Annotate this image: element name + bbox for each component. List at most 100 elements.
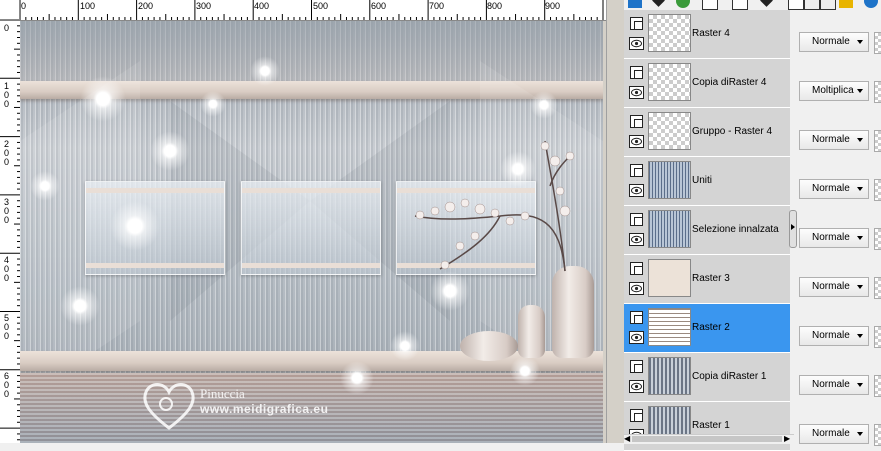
eye-icon[interactable] bbox=[629, 86, 644, 99]
layer-row-background[interactable]: Uniti bbox=[624, 157, 790, 206]
layer-visibility-toggle-icon[interactable] bbox=[630, 115, 643, 128]
layer-name[interactable]: Raster 1 bbox=[692, 420, 730, 431]
mask-icon[interactable] bbox=[652, 0, 665, 7]
layer-visibility-toggle-icon[interactable] bbox=[630, 311, 643, 324]
layer-row-background[interactable]: Copia diRaster 4 bbox=[624, 59, 790, 108]
eye-icon[interactable] bbox=[629, 282, 644, 295]
layer-name[interactable]: Raster 4 bbox=[692, 28, 730, 39]
layer-thumbnail[interactable] bbox=[648, 161, 691, 199]
duplicate-icon[interactable] bbox=[732, 0, 748, 10]
blend-mode-dropdown[interactable]: Normale bbox=[799, 424, 869, 444]
panel-gutter bbox=[606, 0, 625, 443]
layer-name[interactable]: Uniti bbox=[692, 175, 712, 186]
sparkle bbox=[390, 331, 420, 361]
layer-row-background[interactable]: Raster 4 bbox=[624, 10, 790, 59]
watermark-name: Pinuccia bbox=[200, 386, 245, 401]
layer-visibility-toggle-icon[interactable] bbox=[630, 213, 643, 226]
layer-row[interactable]: Raster 3 Normale bbox=[624, 255, 881, 304]
layer-opacity-preview[interactable] bbox=[874, 130, 881, 152]
layer-row-background[interactable]: Raster 3 bbox=[624, 255, 790, 304]
vertical-ruler: 0 100 200 300 400 500 600 bbox=[0, 20, 21, 443]
layer-name[interactable]: Gruppo - Raster 4 bbox=[692, 126, 772, 137]
blend-mode-label: Normale bbox=[812, 134, 850, 145]
blend-mode-dropdown[interactable]: Normale bbox=[799, 32, 869, 52]
artwork-image[interactable]: Pinuccia www.meidigrafica.eu bbox=[20, 21, 603, 443]
layer-visibility-toggle-icon[interactable] bbox=[630, 262, 643, 275]
sparkle bbox=[60, 286, 100, 326]
layer-row-background[interactable]: Gruppo - Raster 4 bbox=[624, 108, 790, 157]
properties-icon[interactable] bbox=[788, 0, 804, 10]
dropdown-arrow-icon bbox=[857, 285, 863, 289]
blend-mode-dropdown[interactable]: Normale bbox=[799, 130, 869, 150]
sparkle bbox=[200, 91, 226, 117]
eye-icon[interactable] bbox=[629, 37, 644, 50]
layer-opacity-preview[interactable] bbox=[874, 326, 881, 348]
ruler-ticks bbox=[0, 20, 20, 441]
adjustment-icon[interactable] bbox=[676, 0, 690, 8]
layer-divider bbox=[790, 353, 798, 401]
layer-opacity-preview[interactable] bbox=[874, 32, 881, 54]
layer-divider bbox=[790, 59, 798, 107]
layer-visibility-toggle-icon[interactable] bbox=[630, 409, 643, 422]
layer-thumbnail[interactable] bbox=[648, 63, 691, 101]
layer-row-background[interactable]: Raster 2 bbox=[624, 304, 790, 353]
blend-mode-dropdown[interactable]: Normale bbox=[799, 375, 869, 395]
layer-visibility-toggle-icon[interactable] bbox=[630, 360, 643, 373]
layer-name[interactable]: Raster 3 bbox=[692, 273, 730, 284]
layer-row[interactable]: Uniti Normale bbox=[624, 157, 881, 206]
image-canvas-area[interactable]: 0 100 200 300 400 500 600 700 800 900 0 … bbox=[0, 0, 606, 443]
layer-visibility-toggle-icon[interactable] bbox=[630, 17, 643, 30]
layer-thumbnail[interactable] bbox=[648, 357, 691, 395]
eye-icon[interactable] bbox=[629, 380, 644, 393]
scrollbar-thumb[interactable] bbox=[632, 436, 782, 442]
new-layer-icon[interactable] bbox=[628, 0, 642, 8]
layer-row[interactable]: Gruppo - Raster 4 Normale bbox=[624, 108, 881, 157]
link-icon[interactable] bbox=[804, 0, 820, 10]
layer-name[interactable]: Copia diRaster 4 bbox=[692, 77, 766, 88]
scroll-right-icon[interactable]: ▶ bbox=[784, 435, 790, 443]
blend-mode-dropdown[interactable]: Normale bbox=[799, 326, 869, 346]
layer-thumbnail[interactable] bbox=[648, 112, 691, 150]
layer-opacity-preview[interactable] bbox=[874, 228, 881, 250]
globe-icon[interactable] bbox=[864, 0, 878, 8]
layer-thumbnail[interactable] bbox=[648, 210, 691, 248]
layer-row[interactable]: Copia diRaster 1 Normale bbox=[624, 353, 881, 402]
layer-row[interactable]: Raster 2 Normale bbox=[624, 304, 881, 353]
eye-icon[interactable] bbox=[629, 233, 644, 246]
blend-mode-label: Normale bbox=[812, 36, 850, 47]
blend-mode-dropdown[interactable]: Normale bbox=[799, 179, 869, 199]
layer-thumbnail[interactable] bbox=[648, 259, 691, 297]
layer-divider bbox=[790, 157, 798, 205]
layer-thumbnail[interactable] bbox=[648, 14, 691, 52]
eye-icon[interactable] bbox=[629, 184, 644, 197]
layer-name[interactable]: Copia diRaster 1 bbox=[692, 371, 766, 382]
dropdown-arrow-icon bbox=[857, 236, 863, 240]
layer-name[interactable]: Raster 2 bbox=[692, 322, 730, 333]
delete-icon[interactable] bbox=[820, 0, 836, 10]
layer-row[interactable]: Raster 4 Normale bbox=[624, 10, 881, 59]
sparkle bbox=[430, 271, 470, 311]
blend-mode-dropdown[interactable]: Normale bbox=[799, 277, 869, 297]
blend-mode-dropdown[interactable]: Moltiplica bbox=[799, 81, 869, 101]
eye-icon[interactable] bbox=[629, 135, 644, 148]
group-icon[interactable] bbox=[702, 0, 718, 10]
layer-row[interactable]: Copia diRaster 4 Moltiplica bbox=[624, 59, 881, 108]
layer-opacity-preview[interactable] bbox=[874, 179, 881, 201]
merge-icon[interactable] bbox=[760, 0, 773, 7]
expand-arrow-icon[interactable] bbox=[791, 224, 795, 230]
layer-opacity-preview[interactable] bbox=[874, 81, 881, 103]
layer-row-background[interactable]: Copia diRaster 1 bbox=[624, 353, 790, 402]
sparkle bbox=[30, 171, 60, 201]
layer-opacity-preview[interactable] bbox=[874, 277, 881, 299]
scroll-left-icon[interactable]: ◀ bbox=[624, 435, 630, 443]
eye-icon[interactable] bbox=[629, 331, 644, 344]
layer-opacity-preview[interactable] bbox=[874, 375, 881, 397]
layer-row[interactable]: Selezione innalzata Normale bbox=[624, 206, 881, 255]
layer-name[interactable]: Selezione innalzata bbox=[692, 224, 779, 235]
layer-visibility-toggle-icon[interactable] bbox=[630, 164, 643, 177]
layer-thumbnail[interactable] bbox=[648, 308, 691, 346]
lock-icon[interactable] bbox=[839, 0, 853, 8]
layer-row-background[interactable]: Selezione innalzata bbox=[624, 206, 790, 255]
layer-visibility-toggle-icon[interactable] bbox=[630, 66, 643, 79]
blend-mode-dropdown[interactable]: Normale bbox=[799, 228, 869, 248]
